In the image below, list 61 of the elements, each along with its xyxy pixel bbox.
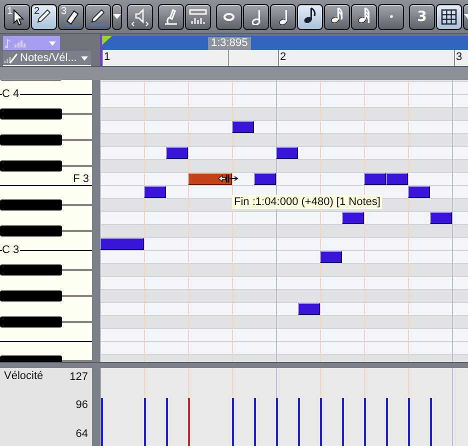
quarter-note-icon xyxy=(278,8,288,24)
piano-keyboard-drawing[interactable] xyxy=(0,80,92,362)
pencil-bars-icon xyxy=(4,52,18,64)
note-length-button[interactable] xyxy=(297,4,323,30)
note-length-button[interactable] xyxy=(270,4,296,30)
erase-tool-button[interactable]: 3 xyxy=(58,4,84,30)
bar-number: 2 xyxy=(280,50,286,64)
thirtysecond-note-icon xyxy=(358,7,370,26)
dot-button[interactable] xyxy=(378,4,404,30)
caret-icon xyxy=(49,40,56,46)
midi-note[interactable] xyxy=(298,303,320,315)
timeline-ruler[interactable]: 1:3:895 1 2 3 xyxy=(100,34,468,66)
key-label: C 3 xyxy=(2,244,20,256)
scale-label: 96 xyxy=(76,398,88,412)
key-label: F 3 xyxy=(73,173,90,185)
dot-icon xyxy=(390,15,392,18)
whole-note-icon xyxy=(223,12,235,20)
midi-note[interactable] xyxy=(386,173,408,185)
midi-note[interactable] xyxy=(408,186,430,198)
note-length-button[interactable] xyxy=(351,4,377,30)
midi-note[interactable] xyxy=(100,238,144,250)
note-bars-icon xyxy=(5,38,26,48)
track-dropdown[interactable] xyxy=(3,36,60,50)
pen-tool-button[interactable] xyxy=(85,4,111,30)
half-note-icon xyxy=(252,8,260,24)
scale-label: 64 xyxy=(76,428,88,440)
midi-note[interactable] xyxy=(320,251,342,263)
sixteenth-note-icon xyxy=(330,7,344,26)
caret-icon xyxy=(113,14,121,19)
midi-note[interactable] xyxy=(342,212,364,224)
midi-note[interactable] xyxy=(232,121,254,133)
midi-note[interactable] xyxy=(144,186,166,198)
midi-note[interactable] xyxy=(188,173,232,185)
midi-note[interactable] xyxy=(430,212,452,224)
note-length-button[interactable] xyxy=(243,4,269,30)
meter-tool-button[interactable] xyxy=(185,4,211,30)
loop-start-icon xyxy=(102,36,112,45)
midi-note[interactable] xyxy=(364,173,386,185)
tune-tool-button[interactable] xyxy=(158,4,184,30)
bar-number: 3 xyxy=(456,50,462,64)
key-label: C 4 xyxy=(2,88,20,100)
draw-tool-button[interactable]: 2 xyxy=(31,4,57,30)
lane-title: Vélocité xyxy=(4,370,44,384)
dropdown-button[interactable] xyxy=(112,4,122,30)
caret-icon xyxy=(81,56,88,60)
note-length-button[interactable] xyxy=(216,4,242,30)
eighth-note-icon xyxy=(304,7,316,26)
resize-cursor-icon xyxy=(218,174,238,183)
midi-note[interactable] xyxy=(166,147,188,159)
view-dropdown[interactable]: Notes/Vél... xyxy=(3,51,91,66)
position-label: 1:3:895 xyxy=(208,37,251,50)
triplet-button[interactable]: 3 xyxy=(409,4,435,30)
midi-note[interactable] xyxy=(276,147,298,159)
midi-note[interactable] xyxy=(254,173,276,185)
tooltip: Fin :1:04:000 (+480) [1 Notes] xyxy=(232,195,382,209)
select-tool-button[interactable]: 1 xyxy=(4,4,30,30)
note-length-button[interactable] xyxy=(324,4,350,30)
scale-label: 127 xyxy=(70,370,88,384)
mute-tool-button[interactable] xyxy=(127,4,153,30)
grid-button[interactable] xyxy=(436,4,462,30)
bar-number: 1 xyxy=(104,50,110,64)
